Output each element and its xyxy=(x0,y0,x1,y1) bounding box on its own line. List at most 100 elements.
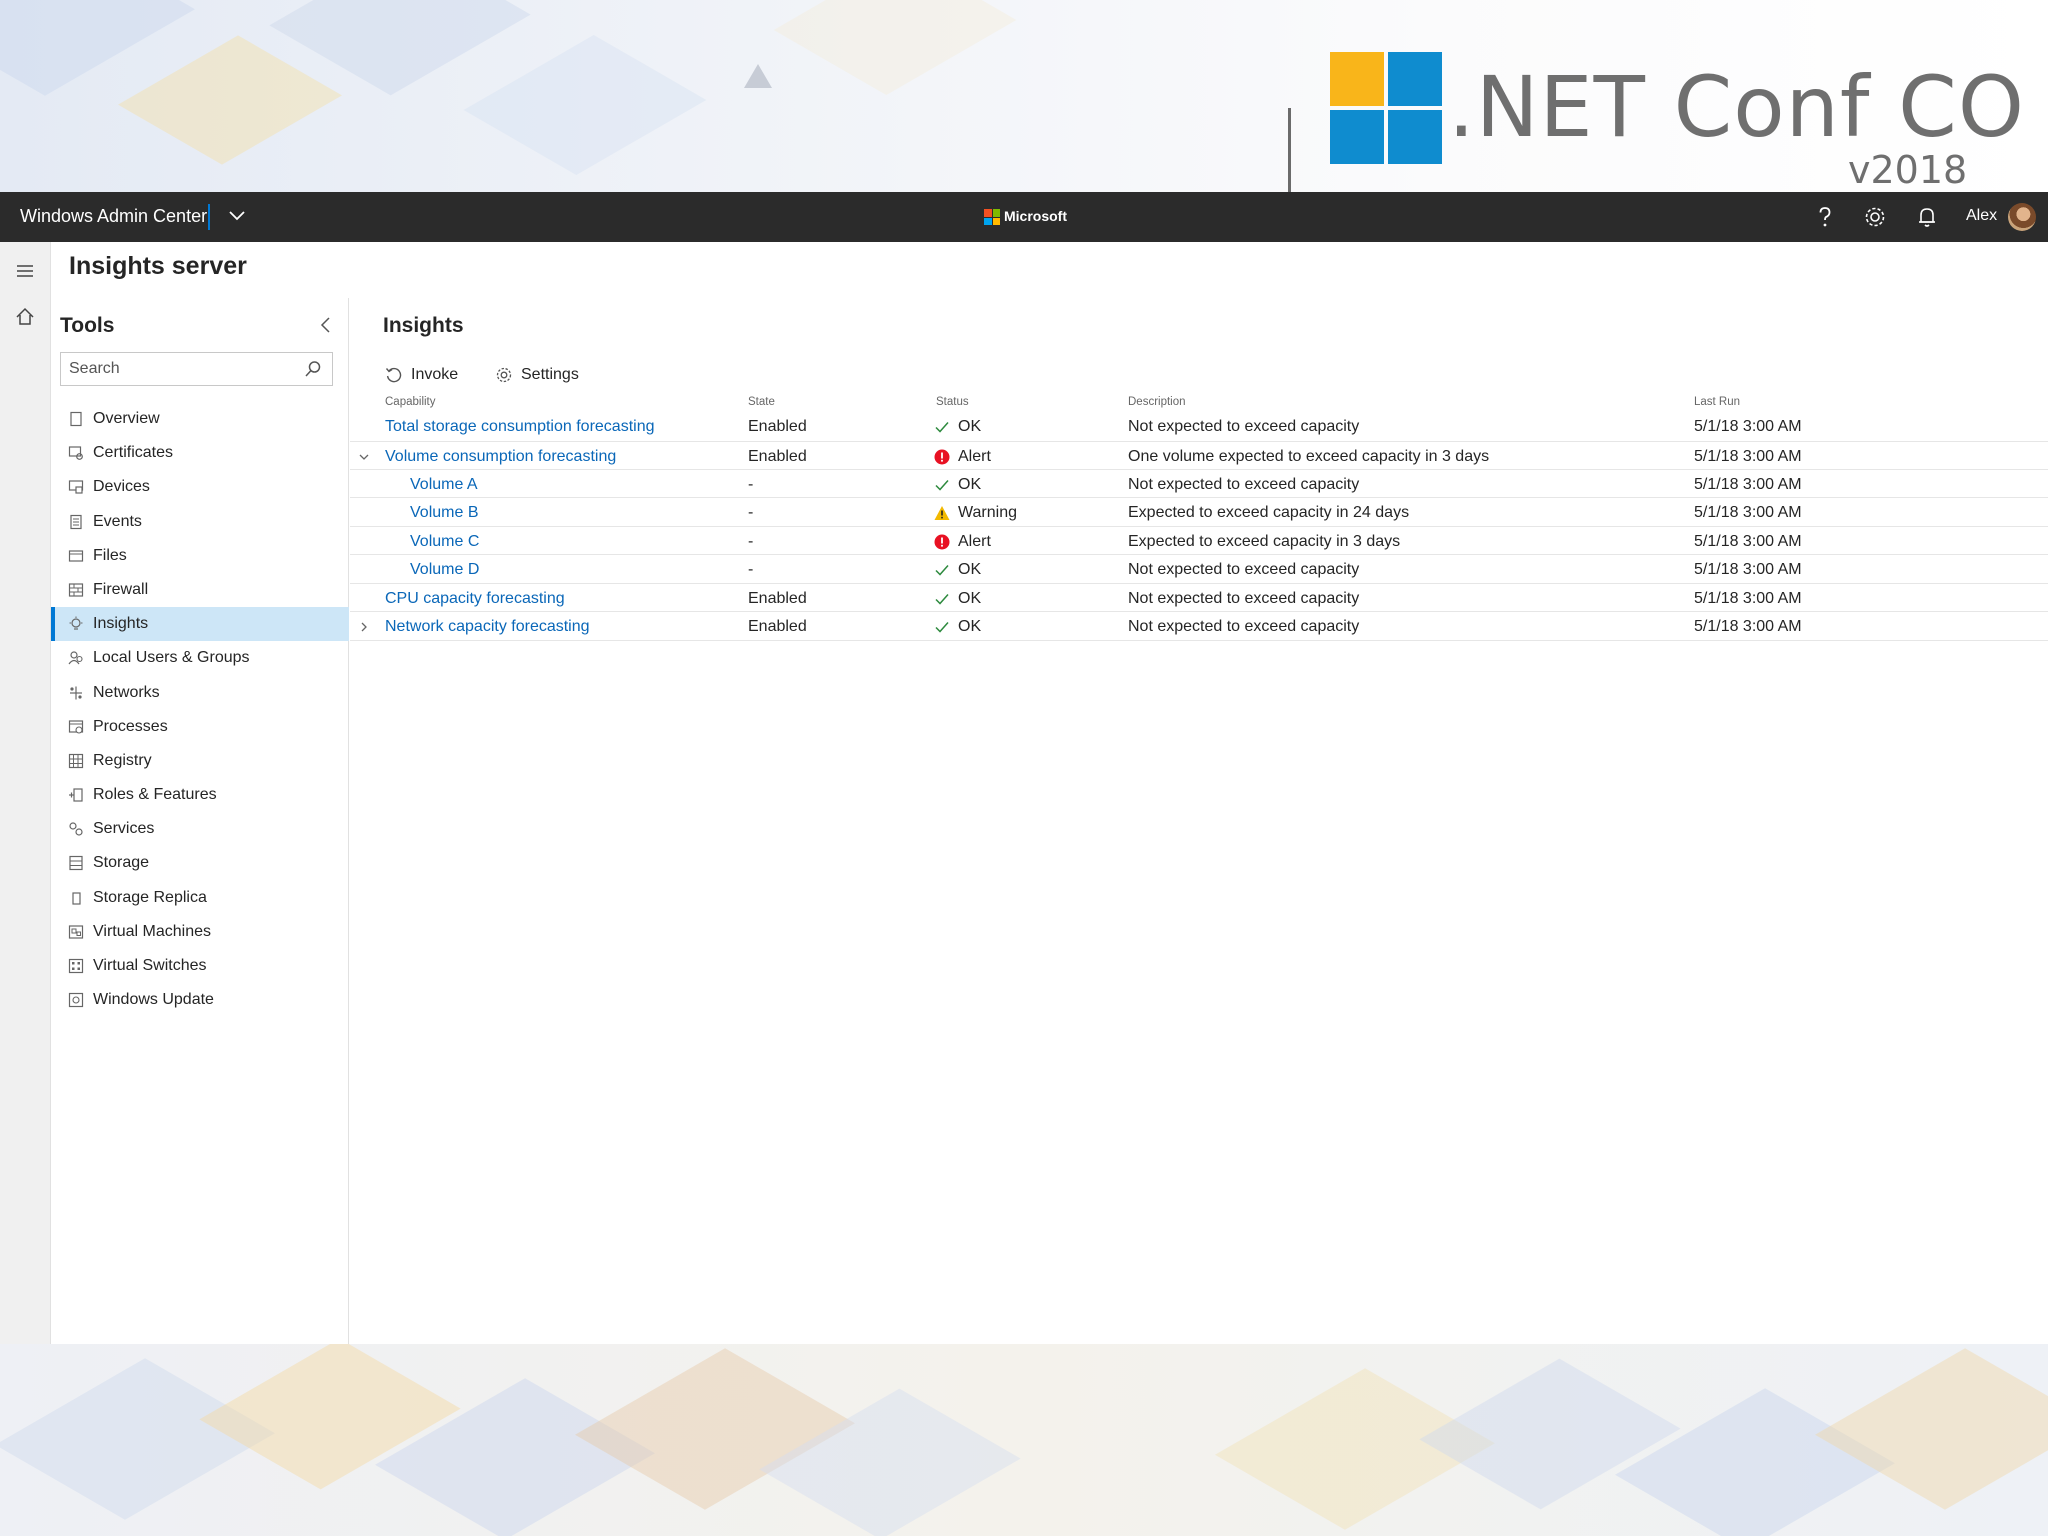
column-header-state[interactable]: State xyxy=(748,396,775,408)
capability-link[interactable]: CPU capacity forecasting xyxy=(385,590,565,608)
capability-link[interactable]: Volume D xyxy=(410,561,479,579)
sidebar-item-label: Overview xyxy=(93,410,160,427)
checkmark-icon xyxy=(935,565,949,576)
state-value: - xyxy=(748,476,754,493)
last-run-value: 5/1/18 3:00 AM xyxy=(1694,618,1802,635)
last-run-value: 5/1/18 3:00 AM xyxy=(1694,590,1802,607)
background-banner-bottom xyxy=(0,1344,2048,1536)
table-row[interactable]: CPU capacity forecasting Enabled OK Not exp… xyxy=(350,584,2048,612)
gear-icon[interactable] xyxy=(1862,204,1888,230)
virtual-machines-icon xyxy=(68,925,84,939)
status-value: OK xyxy=(958,418,982,435)
chevron-right-icon[interactable] xyxy=(357,620,371,634)
chevron-down-icon[interactable] xyxy=(357,450,371,464)
sidebar-item-label: Windows Update xyxy=(93,991,214,1009)
sidebar-item-label: Virtual Switches xyxy=(93,957,207,974)
sidebar-item-virtual-switches[interactable]: Virtual Switches xyxy=(51,949,349,983)
sidebar-item-label: Networks xyxy=(93,683,160,701)
description-value: One volume expected to exceed capacity i… xyxy=(1128,448,1490,465)
sidebar-item-firewall[interactable]: Firewall xyxy=(51,573,349,607)
sidebar-item-label: Processes xyxy=(93,717,168,735)
registry-icon xyxy=(68,753,84,768)
sidebar-item-files[interactable]: Files xyxy=(51,539,349,573)
settings-button[interactable]: Settings xyxy=(495,364,595,388)
decorative-cube xyxy=(1615,1388,1895,1536)
sidebar-item-label: Roles & Features xyxy=(93,786,217,804)
user-name[interactable]: Alex xyxy=(1966,207,1997,225)
tools-panel: Tools Overview Certificates Devices Events F… xyxy=(51,298,349,1344)
state-value: - xyxy=(748,561,754,578)
roles-icon xyxy=(69,788,83,802)
description-value: Not expected to exceed capacity xyxy=(1128,590,1360,607)
collapse-panel-icon[interactable] xyxy=(315,314,337,336)
sidebar-item-insights[interactable]: Insights xyxy=(51,607,349,642)
certificates-icon xyxy=(68,446,83,461)
table-row[interactable]: Volume consumption forecasting Enabled Ale… xyxy=(350,442,2048,470)
table-row[interactable]: Volume A - OK Not expected to exceed capaci… xyxy=(350,470,2048,498)
home-icon[interactable] xyxy=(12,304,38,330)
table-row[interactable]: Volume C - Alert Expected to exceed capacit… xyxy=(350,527,2048,555)
capability-link[interactable]: Network capacity forecasting xyxy=(385,618,590,636)
description-value: Expected to exceed capacity in 24 days xyxy=(1128,504,1410,521)
hamburger-menu-icon[interactable] xyxy=(12,258,38,284)
search-icon[interactable] xyxy=(303,359,323,379)
last-run-value: 5/1/18 3:00 AM xyxy=(1694,533,1802,550)
status-value: Warning xyxy=(958,504,1017,521)
sidebar-item-label: Files xyxy=(93,546,127,564)
search-input[interactable] xyxy=(61,353,293,385)
sidebar-item-roles-features[interactable]: Roles & Features xyxy=(51,778,349,812)
sidebar-item-label: Virtual Machines xyxy=(93,922,211,940)
sidebar-item-processes[interactable]: Processes xyxy=(51,710,349,744)
sidebar-item-services[interactable]: Services xyxy=(51,812,349,846)
checkmark-icon xyxy=(935,594,949,605)
sidebar-item-label: Storage xyxy=(93,854,150,872)
status-value: OK xyxy=(958,590,982,607)
warning-icon xyxy=(934,506,950,520)
invoke-button[interactable]: Invoke xyxy=(385,364,475,388)
table-row[interactable]: Network capacity forecasting Enabled OK Not… xyxy=(350,612,2048,641)
column-header-last-run[interactable]: Last Run xyxy=(1694,396,1740,408)
sidebar-item-certificates[interactable]: Certificates xyxy=(51,436,349,470)
state-value: Enabled xyxy=(748,590,807,607)
files-icon xyxy=(68,550,84,562)
gear-icon xyxy=(496,367,512,383)
avatar[interactable] xyxy=(2008,203,2036,231)
virtual-switches-icon xyxy=(68,958,84,974)
column-header-status[interactable]: Status xyxy=(936,396,969,408)
capability-link[interactable]: Total storage consumption forecasting xyxy=(385,418,654,436)
microsoft-label: Microsoft xyxy=(1004,208,1067,224)
status-value: OK xyxy=(958,618,982,635)
help-icon[interactable] xyxy=(1812,204,1838,230)
sidebar-item-networks[interactable]: Networks xyxy=(51,676,349,710)
decorative-cube xyxy=(463,34,707,176)
sidebar-item-virtual-machines[interactable]: Virtual Machines xyxy=(51,915,349,949)
capability-link[interactable]: Volume C xyxy=(410,533,479,551)
app-title[interactable]: Windows Admin Center xyxy=(20,206,207,227)
capability-link[interactable]: Volume B xyxy=(410,504,478,522)
last-run-value: 5/1/18 3:00 AM xyxy=(1694,448,1802,465)
column-header-description[interactable]: Description xyxy=(1128,396,1186,408)
sidebar-item-local-users-groups[interactable]: Local Users & Groups xyxy=(51,641,349,675)
capability-link[interactable]: Volume A xyxy=(410,476,478,494)
conference-version: v2018 xyxy=(1848,148,1968,192)
table-row[interactable]: Volume B - Warning Expected to exceed capac… xyxy=(350,498,2048,527)
sidebar-item-storage-replica[interactable]: Storage Replica xyxy=(51,881,349,915)
sidebar-item-events[interactable]: Events xyxy=(51,505,349,539)
app-window: Windows Admin Center Microsoft Alex Insi… xyxy=(0,192,2048,1344)
sidebar-item-windows-update[interactable]: Windows Update xyxy=(51,983,349,1017)
chevron-down-icon[interactable] xyxy=(226,205,248,227)
table-row[interactable]: Volume D - OK Not expected to exceed capaci… xyxy=(350,555,2048,584)
alert-icon xyxy=(934,449,950,465)
sidebar-item-overview[interactable]: Overview xyxy=(51,402,349,436)
conference-title: .NET Conf CO xyxy=(1448,58,2025,156)
last-run-value: 5/1/18 3:00 AM xyxy=(1694,504,1802,521)
bell-icon[interactable] xyxy=(1914,204,1940,230)
top-bar: Windows Admin Center Microsoft Alex xyxy=(0,192,2048,242)
sidebar-item-storage[interactable]: Storage xyxy=(51,846,349,880)
column-header-capability[interactable]: Capability xyxy=(385,396,436,408)
table-row[interactable]: Total storage consumption forecasting Ena… xyxy=(350,412,2048,442)
sidebar-item-devices[interactable]: Devices xyxy=(51,470,349,504)
capability-link[interactable]: Volume consumption forecasting xyxy=(385,448,616,466)
events-icon xyxy=(70,514,82,529)
sidebar-item-registry[interactable]: Registry xyxy=(51,744,349,778)
